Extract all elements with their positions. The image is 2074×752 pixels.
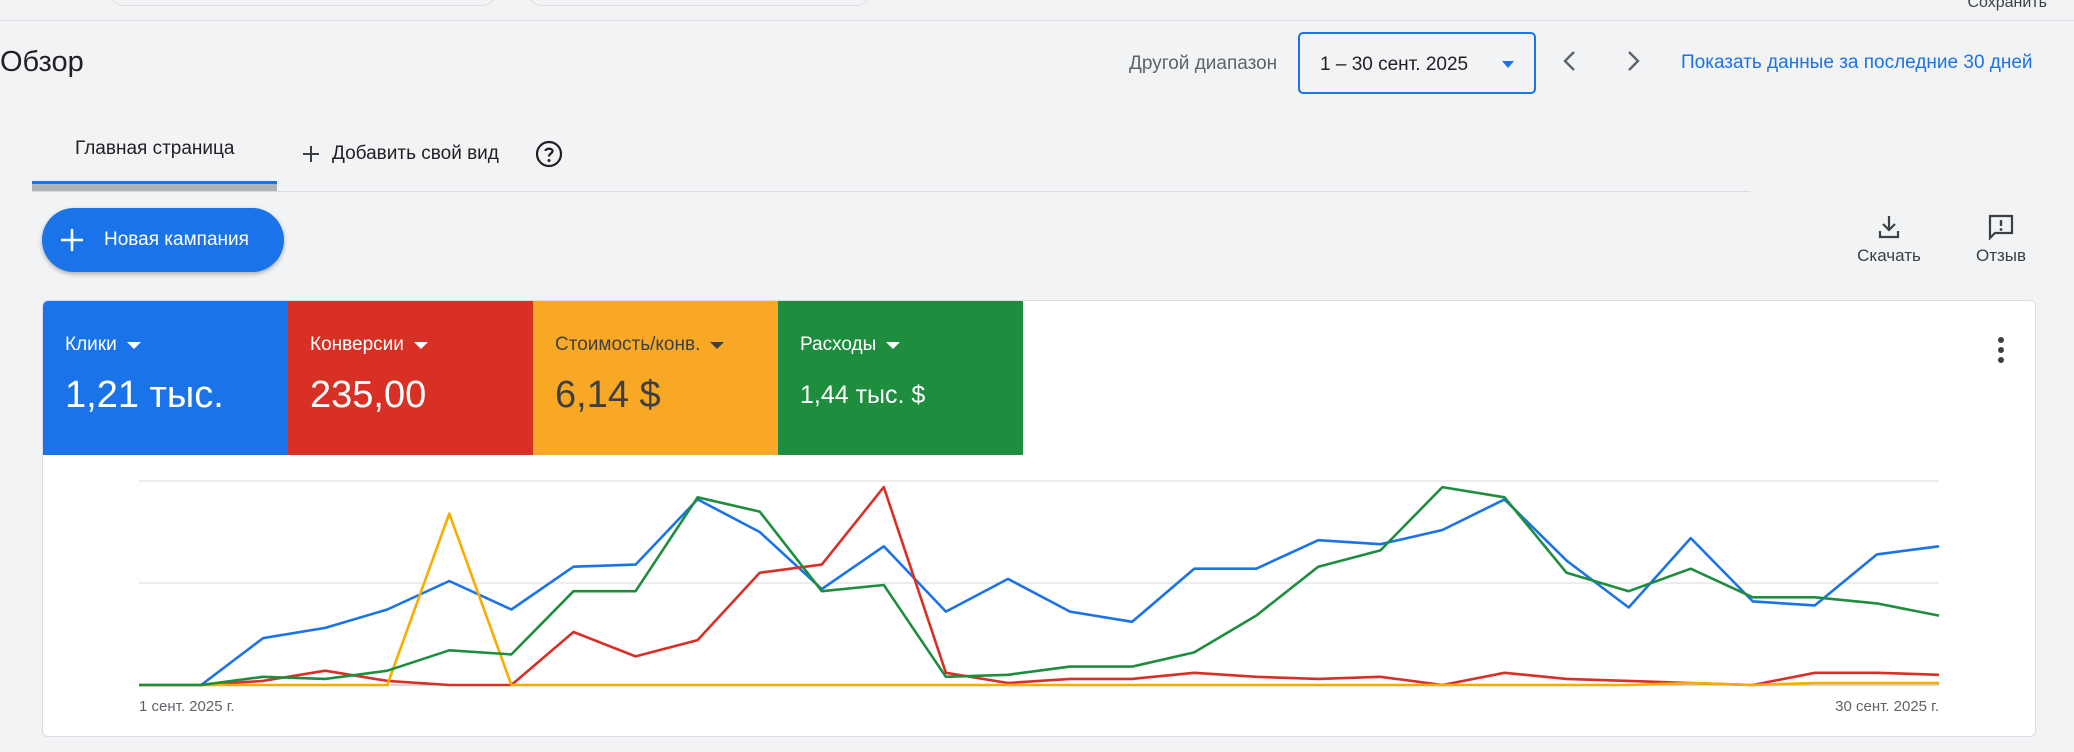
caret-down-icon	[1502, 61, 1514, 68]
feedback-label: Отзыв	[1975, 246, 2027, 265]
x-axis-end-label: 30 сент. 2025 г.	[1835, 698, 1939, 715]
new-campaign-button[interactable]: Новая кампания	[42, 208, 284, 272]
feedback-button[interactable]: Отзыв	[1956, 212, 2046, 272]
top-filter-chip[interactable]	[110, 0, 496, 6]
save-button[interactable]: Сохранить	[1967, 0, 2047, 12]
series-line-clicks[interactable]	[139, 498, 1940, 687]
plus-icon	[61, 229, 83, 251]
chevron-right-icon	[1628, 51, 1640, 71]
top-bar: Сохранить	[0, 0, 2074, 21]
tabs-divider	[32, 191, 1750, 192]
chevron-left-icon	[1563, 51, 1575, 71]
feedback-icon	[1988, 214, 2014, 241]
new-campaign-label: Новая кампания	[104, 229, 249, 250]
download-button[interactable]: Скачать	[1844, 212, 1934, 272]
tab-home[interactable]: Главная страница	[32, 124, 277, 192]
page-title: Обзор	[0, 46, 84, 78]
date-range-select[interactable]: 1 – 30 сент. 2025	[1298, 32, 1536, 94]
line-chart: 1 сент. 2025 г. 30 сент. 2025 г.	[139, 480, 1940, 715]
series-line-conversions[interactable]	[139, 485, 1940, 687]
performance-chart-card: Клики 1,21 тыс. Конверсии 235,00 Стоимос…	[42, 300, 2036, 737]
help-icon[interactable]	[535, 140, 563, 168]
series-line-cost[interactable]	[139, 485, 1940, 687]
show-last-30-days-link[interactable]: Показать данные за последние 30 дней	[1681, 52, 2033, 74]
tab-home-label: Главная страница	[75, 138, 235, 159]
add-custom-view-label: Добавить свой вид	[332, 143, 499, 164]
date-range-value: 1 – 30 сент. 2025	[1320, 54, 1469, 75]
top-filter-chip[interactable]	[528, 0, 870, 6]
download-label: Скачать	[1857, 246, 1921, 265]
add-custom-view-button[interactable]: Добавить свой вид	[300, 140, 499, 168]
x-axis-start-label: 1 сент. 2025 г.	[139, 698, 235, 715]
previous-period-button[interactable]	[1555, 46, 1585, 76]
next-period-button[interactable]	[1618, 46, 1648, 76]
date-range-label: Другой диапазон	[1129, 53, 1278, 74]
download-icon	[1878, 216, 1900, 239]
plus-icon	[303, 146, 319, 162]
